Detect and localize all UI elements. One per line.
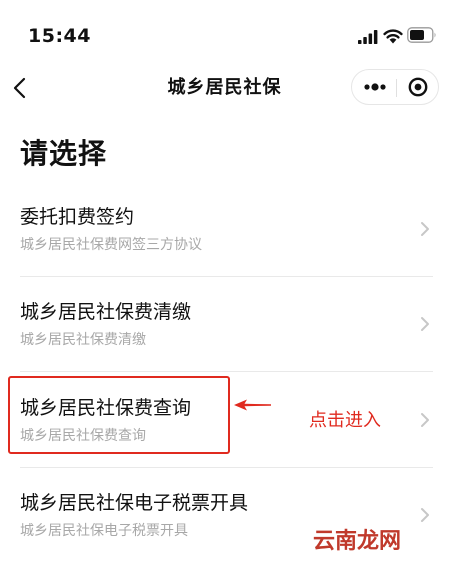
item-divider <box>20 276 433 277</box>
target-circle-icon[interactable] <box>397 70 439 104</box>
annotation-text: 点击进入 <box>309 410 381 431</box>
list-item-title: 委托扣费签约 <box>20 206 135 228</box>
battery-icon <box>407 27 436 43</box>
item-divider <box>20 371 433 372</box>
chevron-right-icon <box>421 413 429 427</box>
signal-icon <box>358 30 378 44</box>
chevron-right-icon <box>421 222 429 236</box>
nav-bar: 城乡居民社保 <box>0 62 449 114</box>
page-heading: 请选择 <box>20 137 108 170</box>
status-time: 15:44 <box>28 25 91 47</box>
list-item-entrust-signing[interactable]: 委托扣费签约 城乡居民社保费网签三方协议 <box>0 194 449 288</box>
list-item-title: 城乡居民社保费清缴 <box>20 301 192 323</box>
watermark: 云南龙网 <box>313 529 402 554</box>
chevron-right-icon <box>421 317 429 331</box>
item-divider <box>20 467 433 468</box>
capsule-menu <box>351 69 439 105</box>
more-dots-icon[interactable] <box>352 70 396 104</box>
list-item-title: 城乡居民社保电子税票开具 <box>20 492 249 514</box>
status-bar: 15:44 <box>0 0 449 70</box>
chevron-right-icon <box>421 508 429 522</box>
highlight-box <box>8 376 230 454</box>
chevron-left-icon[interactable] <box>6 72 34 104</box>
list-item-subtitle: 城乡居民社保费网签三方协议 <box>20 237 202 253</box>
list-item-fee-payment[interactable]: 城乡居民社保费清缴 城乡居民社保费清缴 <box>0 289 449 383</box>
wifi-icon <box>383 29 403 44</box>
list-item-subtitle: 城乡居民社保费清缴 <box>20 332 146 348</box>
list-item-subtitle: 城乡居民社保电子税票开具 <box>20 523 188 539</box>
arrow-left-icon <box>234 399 271 411</box>
